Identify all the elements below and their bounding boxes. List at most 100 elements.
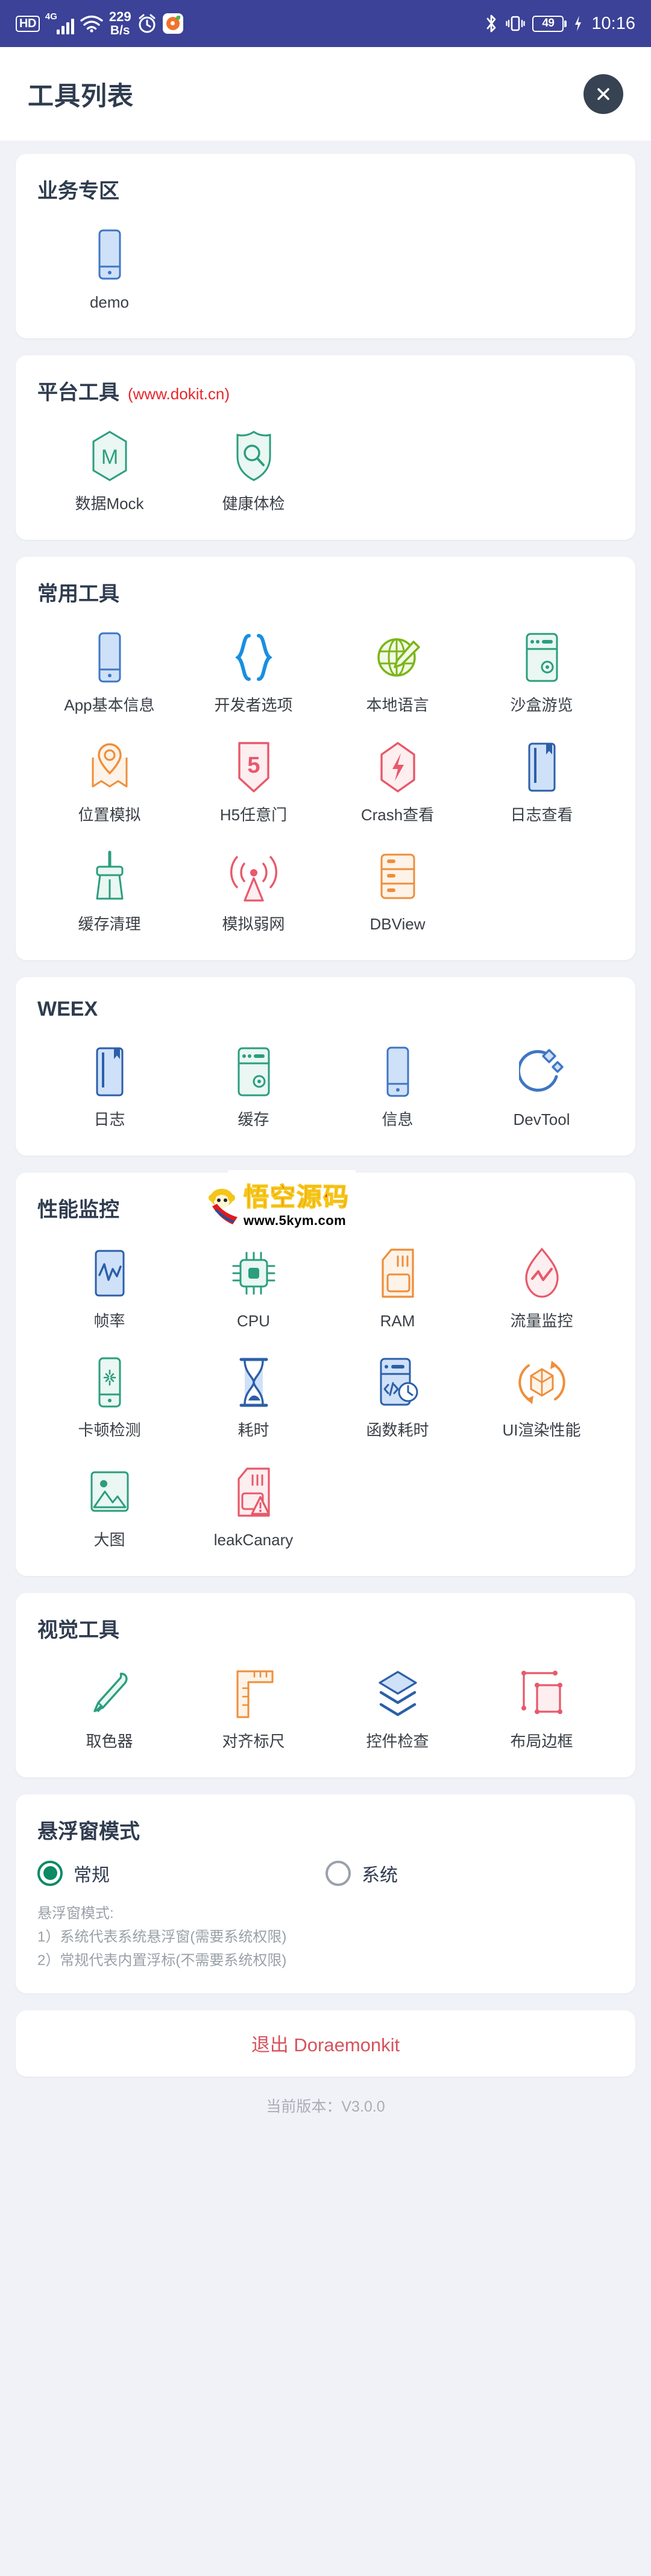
tool-item-ui-render[interactable]: UI渲染性能 [470,1337,614,1446]
tool-item-time-cost[interactable]: 耗时 [181,1337,326,1446]
tool-item-align-ruler[interactable]: 对齐标尺 [181,1648,326,1757]
tool-item-log-view[interactable]: 日志查看 [470,721,614,831]
tool-label: 日志 [93,1110,125,1128]
radio-label: 系统 [362,1865,398,1885]
layers-icon [370,1666,426,1721]
signal-tower-icon [226,849,281,904]
wifi-icon [80,14,104,33]
version-text: 当前版本：V3.0.0 [266,2098,385,2115]
section-title: 常用工具 [37,583,119,606]
radio-option-system[interactable]: 系统 [326,1860,614,1887]
tool-item-health-check[interactable]: 健康体检 [181,410,326,519]
tool-item-demo[interactable]: demo [37,209,181,318]
hourglass-icon [226,1355,281,1410]
tool-item-layout-border[interactable]: 布局边框 [470,1648,614,1757]
tool-item-cache-clean[interactable]: 缓存清理 [37,831,181,940]
exit-doraemonkit-button[interactable]: 退出 Doraemonkit [16,2010,635,2077]
section-title: 悬浮窗模式 [37,1820,140,1843]
tool-item-local-language[interactable]: 本地语言 [326,612,470,721]
layout-border-icon [514,1666,570,1721]
tool-label: 布局边框 [510,1732,573,1750]
tool-item-color-picker[interactable]: 取色器 [37,1648,181,1757]
radio-icon-unselected [326,1860,351,1886]
section-title: 业务专区 [37,180,119,203]
section-subtitle-url: (www.dokit.cn) [128,385,230,403]
tool-item-devtool[interactable]: DevTool [470,1026,614,1135]
app-bar: 工具列表 [0,47,651,141]
tool-label: H5任意门 [219,805,288,824]
svg-text:5: 5 [247,753,260,778]
section-grid: M 数据Mock 健康体检 [37,410,614,519]
tool-item-function-time[interactable]: 函数耗时 [326,1337,470,1446]
database-icon [370,849,426,904]
tool-item-crash-view[interactable]: Crash查看 [326,721,470,831]
section-common: 常用工具 App基本信息 开发者选项 本地语言 沙盒游览 位置模拟 5 H5任意… [16,557,635,960]
phone-icon [82,630,137,685]
bluetooth-icon [484,13,498,34]
tool-item-traffic-monitor[interactable]: 流量监控 [470,1227,614,1337]
tool-label: 本地语言 [366,696,429,715]
tool-item-weak-network[interactable]: 模拟弱网 [181,831,326,940]
tool-item-developer-options[interactable]: 开发者选项 [181,612,326,721]
tool-label: 缓存清理 [78,914,141,933]
tool-item-block-detect[interactable]: 卡顿检测 [37,1337,181,1446]
tool-item-view-inspect[interactable]: 控件检查 [326,1648,470,1757]
phone-icon [370,1044,426,1100]
status-bar: HD 4G 229 B/s 49 10:16 [0,0,651,47]
tool-item-location-mock[interactable]: 位置模拟 [37,721,181,831]
tool-item-weex-log[interactable]: 日志 [37,1026,181,1135]
tool-label: 健康体检 [222,495,285,513]
section-grid: 取色器 对齐标尺 控件检查 布局边框 [37,1648,614,1757]
log-book-icon [514,739,570,795]
tool-item-dbview[interactable]: DBView [326,831,470,940]
tool-label: 开发者选项 [214,696,293,715]
status-bar-right: 49 10:16 [484,13,635,34]
cpu-chip-icon [226,1245,281,1301]
radio-label: 常规 [74,1865,110,1885]
tool-item-weex-info[interactable]: 信息 [326,1026,470,1135]
tool-item-cpu[interactable]: CPU [181,1227,326,1337]
status-bar-left: HD 4G 229 B/s [16,10,183,37]
tool-label: Crash查看 [360,805,435,824]
svg-text:M: M [101,446,118,469]
phone-spinner-icon [82,1355,137,1410]
tool-item-data-mock[interactable]: M 数据Mock [37,410,181,519]
tool-item-large-image[interactable]: 大图 [37,1446,181,1555]
broom-icon [82,849,137,904]
tool-item-weex-cache[interactable]: 缓存 [181,1026,326,1135]
devtool-icon [514,1044,570,1100]
page-title: 工具列表 [28,81,134,111]
clock-time: 10:16 [591,13,635,33]
fps-chart-icon [82,1245,137,1301]
globe-pen-icon [370,630,426,685]
vibrate-icon [505,14,526,33]
tool-label: 位置模拟 [78,805,141,824]
tool-item-h5-door[interactable]: 5 H5任意门 [181,721,326,831]
tool-item-fps[interactable]: 帧率 [37,1227,181,1337]
section-grid: 帧率 CPU RAM 流量监控 卡顿检测 耗时 函数耗时 UI渲染性能 大图 l… [37,1227,614,1555]
tool-item-leakcanary[interactable]: leakCanary [181,1446,326,1555]
tool-label: CPU [237,1312,270,1331]
hint-line-2: 2）常规代表内置浮标(不需要系统权限) [37,1952,287,1969]
radio-option-normal[interactable]: 常规 [37,1860,326,1887]
section-title: 性能监控 [37,1198,119,1222]
crash-bolt-icon [370,739,426,795]
section-grid: 日志 缓存 信息 DevTool [37,1026,614,1135]
image-icon [82,1464,137,1520]
close-icon [597,87,609,100]
float-mode-radio-group: 常规 系统 [37,1860,614,1887]
tool-list-scroll: 业务专区 demo 平台工具 (www.dokit.cn) M 数据Mock 健… [0,141,651,2144]
tool-item-sandbox-browse[interactable]: 沙盒游览 [470,612,614,721]
tool-item-app-info[interactable]: App基本信息 [37,612,181,721]
phone-icon [82,227,137,282]
tool-item-ram[interactable]: RAM [326,1227,470,1337]
section-grid: demo [37,209,614,318]
log-book-icon [82,1044,137,1100]
ram-card-icon [370,1245,426,1301]
float-mode-hint: 悬浮窗模式: 1）系统代表系统悬浮窗(需要系统权限) 2）常规代表内置浮标(不需… [37,1902,614,1973]
section-weex: WEEX 日志 缓存 信息 DevTool [16,976,635,1156]
tool-label: 流量监控 [510,1312,573,1331]
close-button[interactable] [583,74,623,114]
html5-icon: 5 [226,739,281,795]
tool-label: 大图 [93,1530,125,1549]
